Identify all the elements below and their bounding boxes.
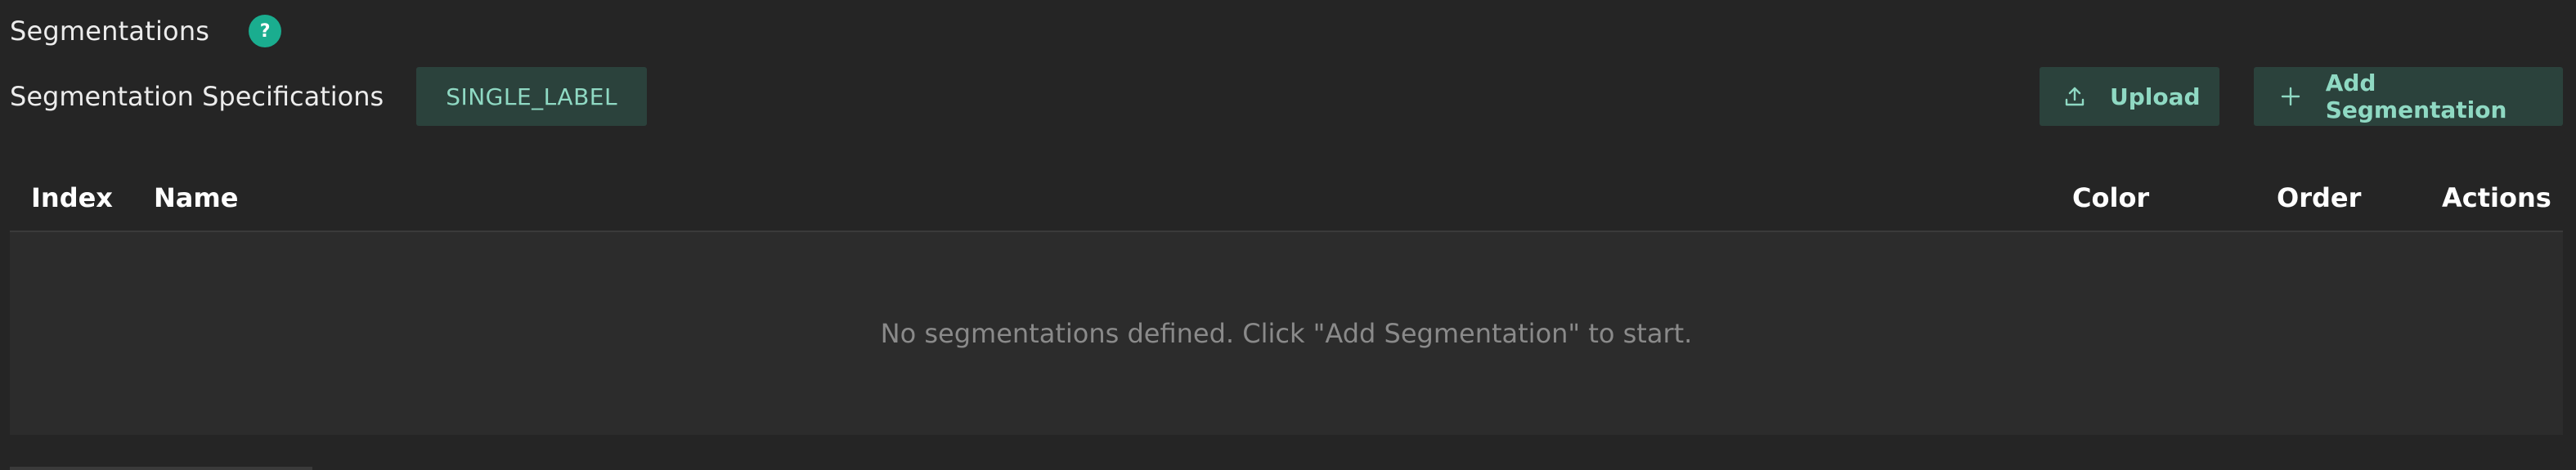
upload-button-label: Upload [2110,83,2201,110]
specification-type-chip[interactable]: SINGLE_LABEL [416,67,648,126]
section-header: Segmentations ? [10,11,282,51]
add-segmentation-button[interactable]: Add Segmentation [2254,67,2563,126]
specifications-row: Segmentation Specifications SINGLE_LABEL [10,67,648,126]
column-header-index[interactable]: Index [31,165,113,231]
upload-icon [2062,84,2087,109]
column-header-color[interactable]: Color [2072,165,2149,231]
column-header-actions: Actions [2442,182,2551,213]
column-header-order[interactable]: Order [2277,165,2361,231]
empty-state-message: No segmentations defined. Click "Add Seg… [880,318,1693,349]
table-header: Index Name Color Order Actions [10,165,2563,232]
help-icon[interactable]: ? [249,15,282,47]
plus-icon [2278,84,2303,109]
table-body-empty-state: No segmentations defined. Click "Add Seg… [10,232,2563,435]
horizontal-scrollbar[interactable] [10,467,312,470]
section-title: Segmentations [10,16,210,47]
upload-button[interactable]: Upload [2040,67,2219,126]
add-segmentation-label: Add Segmentation [2325,69,2507,123]
column-header-name[interactable]: Name [154,165,238,231]
specifications-label: Segmentation Specifications [10,81,384,112]
